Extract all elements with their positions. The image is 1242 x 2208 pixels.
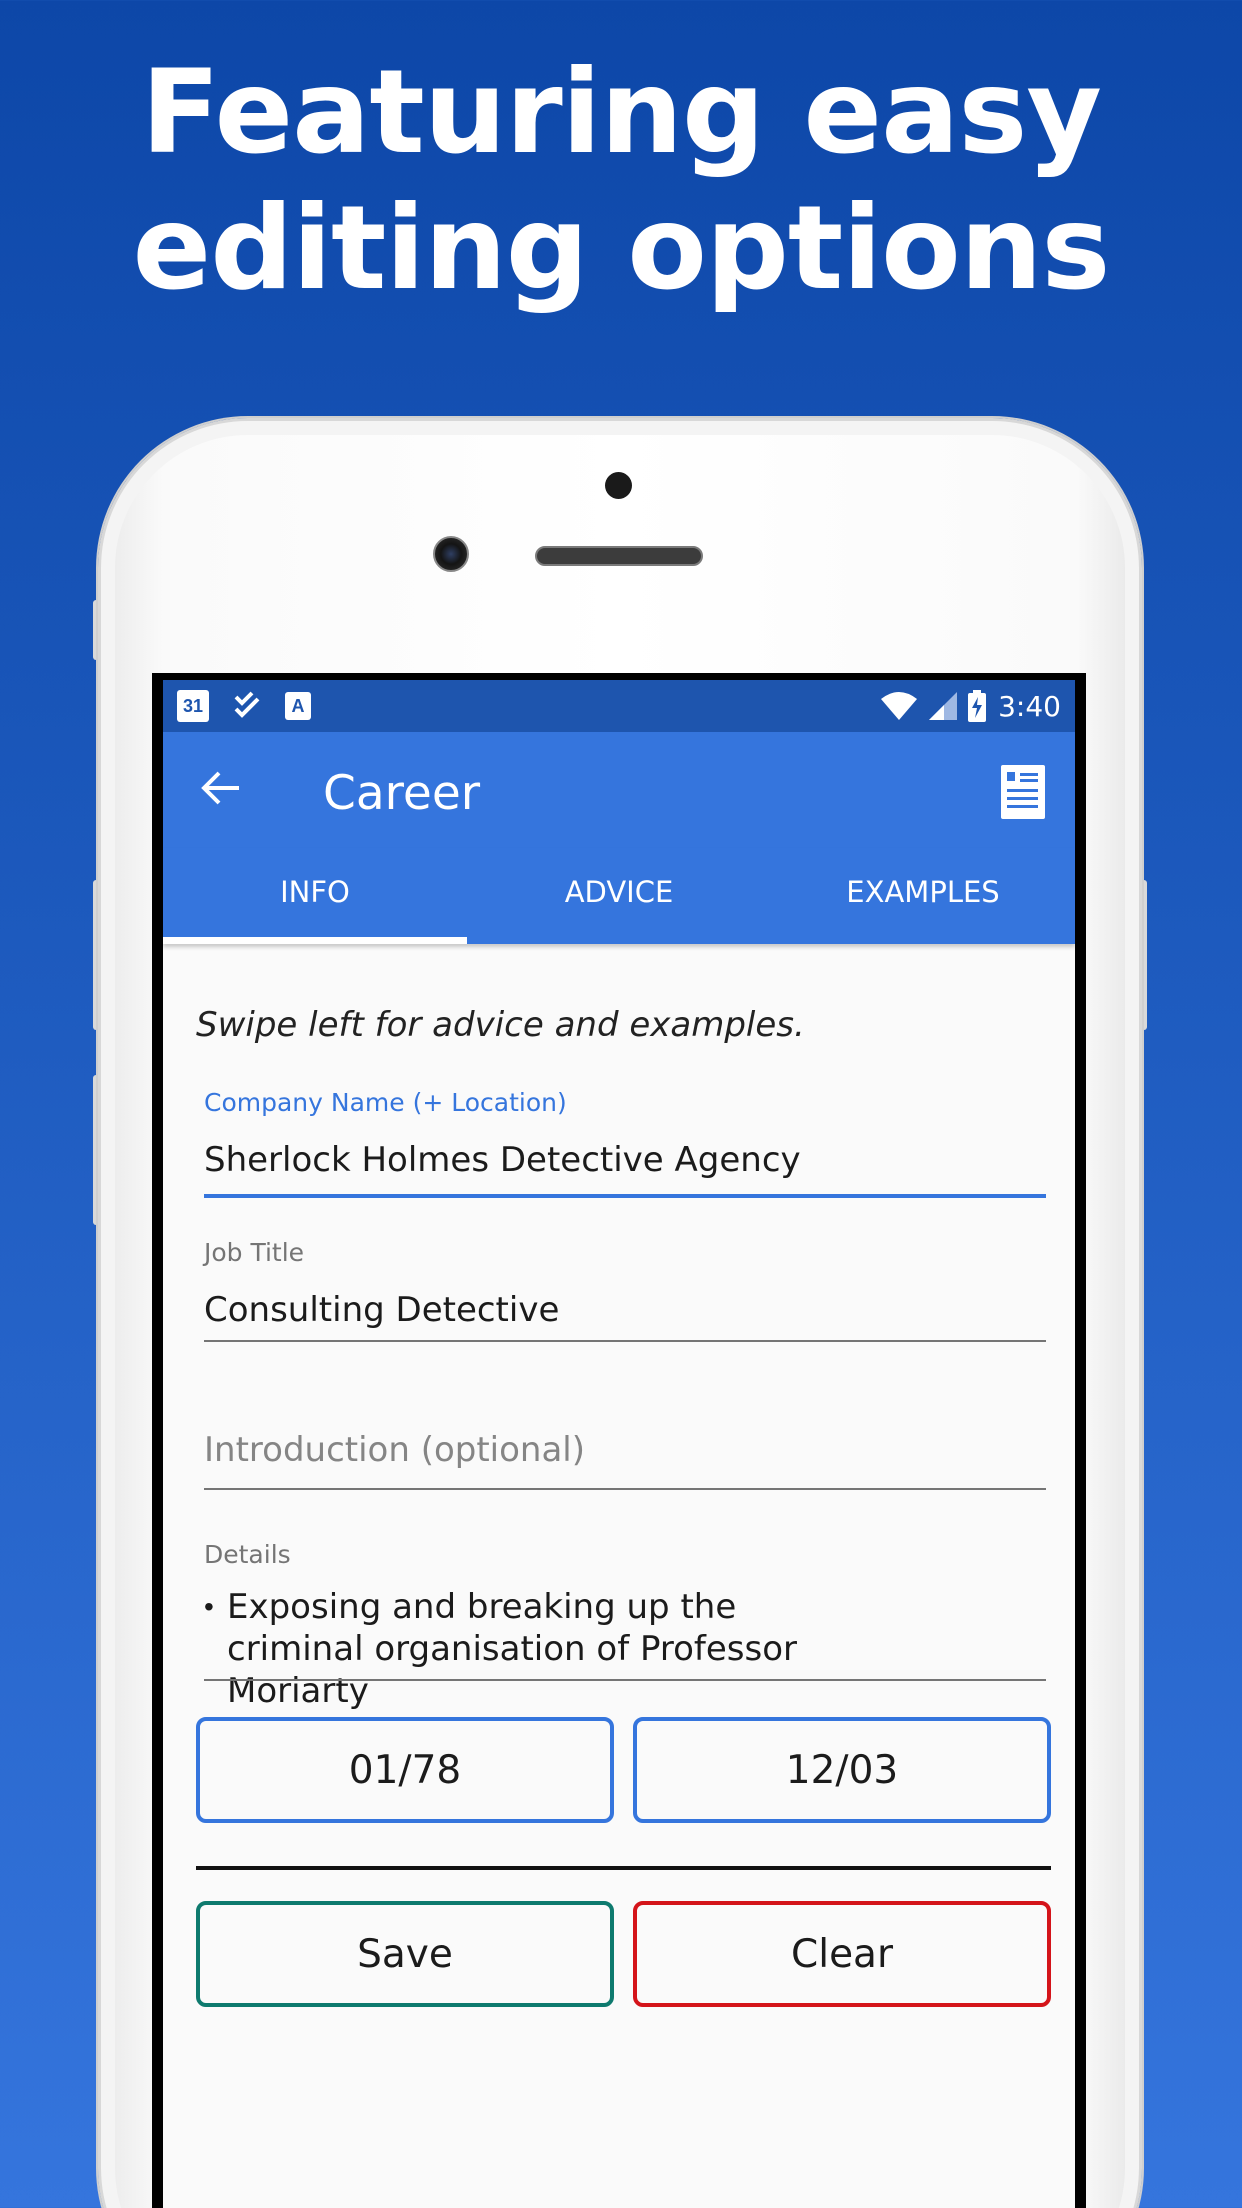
battery-charging-icon [968,690,987,722]
headline-line-1: Featuring easy [140,45,1102,180]
translate-a-icon: A [285,692,311,720]
wifi-icon [880,691,918,721]
resume-preview-button[interactable] [999,764,1047,824]
introduction-underline [204,1488,1046,1490]
section-divider [196,1866,1051,1870]
app-bar: Career [163,732,1075,848]
tasks-check-icon [231,690,263,722]
calendar-icon: 31 [177,690,209,722]
app-screen: 31 A 3:40 Career INFO ADVICE EXAMPLES Sw… [163,680,1075,2208]
status-bar: 31 A 3:40 [163,680,1075,732]
details-underline [204,1679,1046,1681]
status-time: 3:40 [998,689,1061,723]
details-label: Details [204,1540,291,1569]
page-title: Career [323,766,481,821]
bullet-marker: • [204,1591,214,1622]
tab-advice[interactable]: ADVICE [467,848,771,944]
phone-screen: 31 A 3:40 Career INFO ADVICE EXAMPLES Sw… [152,673,1086,2208]
resume-document-icon [1001,764,1045,824]
details-field[interactable]: Details • Exposing and breaking up the c… [204,1540,1046,1711]
promo-headline: Featuring easy editing options [0,45,1242,317]
details-input[interactable]: Exposing and breaking up the criminal or… [227,1586,867,1712]
save-button[interactable]: Save [196,1901,614,2007]
company-name-label: Company Name (+ Location) [204,1088,567,1117]
job-title-input[interactable]: Consulting Detective [204,1290,559,1330]
front-camera [433,536,469,572]
details-bullet-item[interactable]: • Exposing and breaking up the criminal … [204,1586,867,1712]
swipe-hint: Swipe left for advice and examples. [196,1005,805,1045]
start-date-button[interactable]: 01/78 [196,1717,614,1823]
job-title-label: Job Title [204,1238,305,1267]
earpiece-speaker [535,546,703,566]
signal-icon [928,691,958,721]
tab-info[interactable]: INFO [163,848,467,944]
back-button[interactable] [193,762,249,818]
tab-examples[interactable]: EXAMPLES [771,848,1075,944]
introduction-field[interactable]: Introduction (optional) [204,1412,1046,1512]
tab-bar: INFO ADVICE EXAMPLES [163,848,1075,944]
proximity-sensor [605,472,632,499]
company-name-input[interactable]: Sherlock Holmes Detective Agency [204,1140,801,1180]
company-name-field[interactable]: Company Name (+ Location) Sherlock Holme… [204,1088,1046,1208]
calendar-day: 31 [182,695,204,716]
clear-button[interactable]: Clear [633,1901,1051,2007]
company-name-underline [204,1194,1046,1198]
job-title-underline [204,1340,1046,1342]
headline-line-2: editing options [132,181,1111,316]
job-title-field[interactable]: Job Title Consulting Detective [204,1238,1046,1358]
a-icon-label: A [291,695,305,716]
introduction-input[interactable]: Introduction (optional) [204,1430,585,1470]
end-date-button[interactable]: 12/03 [633,1717,1051,1823]
arrow-left-icon [201,770,241,811]
